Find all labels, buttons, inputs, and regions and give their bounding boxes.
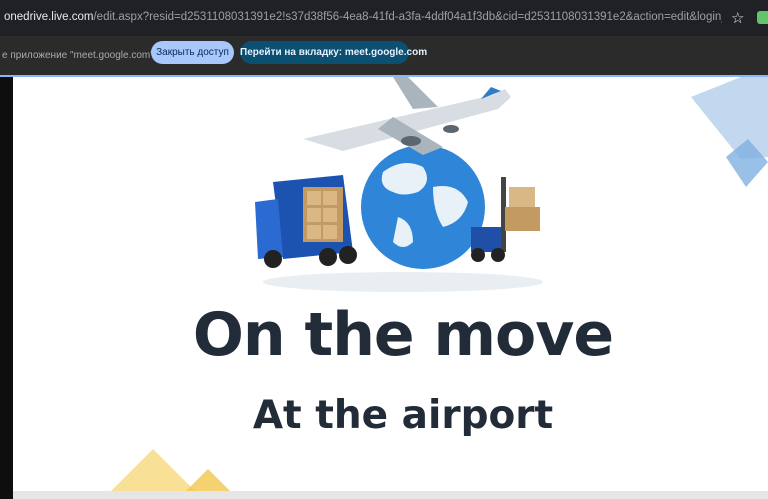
switch-tab-button[interactable]: Перейти на вкладку: meet.google.com [240,41,427,64]
decorative-diamonds-top-right [691,77,768,187]
logistics-illustration [255,77,543,292]
decorative-diamonds-bottom-left [103,449,238,499]
url-path: /edit.aspx?resid=d2531108031391e2!s37d38… [93,11,722,23]
extension-icon[interactable] [757,11,768,24]
presentation-slide[interactable]: On the move At the airport [13,77,768,499]
url-text[interactable]: onedrive.live.com/edit.aspx?resid=d25311… [4,11,722,23]
url-host: onedrive.live.com [4,11,94,23]
stop-sharing-button[interactable]: Закрыть доступ [151,41,234,64]
star-icon[interactable]: ☆ [731,9,744,27]
left-edge [0,77,13,499]
screen-share-bar: е приложение "meet.google.com"... Закрыт… [0,36,768,76]
address-bar[interactable]: onedrive.live.com/edit.aspx?resid=d25311… [0,0,768,36]
slide-title[interactable]: On the move [13,300,768,370]
share-message: е приложение "meet.google.com"... [2,50,163,61]
slide-bottom-edge [13,491,768,499]
